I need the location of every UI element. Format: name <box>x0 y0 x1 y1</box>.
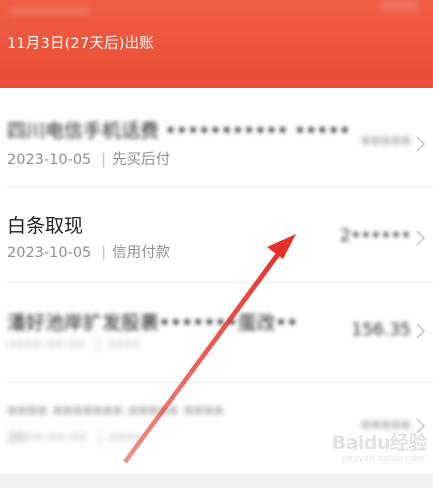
transaction-meta: 2023-10-05 | 先买后付 <box>7 148 170 169</box>
bill-header: 11月3日(27天后)出账 <box>0 0 433 88</box>
chevron-right-icon <box>416 230 426 246</box>
header-blurred-icon <box>379 0 419 12</box>
watermark-logo: Baidu经验 <box>331 432 428 454</box>
transaction-meta: 2023-10-05 | 信用付款 <box>7 241 170 262</box>
meta-separator: | <box>101 152 107 168</box>
meta-separator: | <box>97 430 103 446</box>
transaction-date: 2023-10-05 <box>7 152 92 168</box>
bill-screen: 11月3日(27天后)出账 四川电信手机话费 ••••••••••• •••••… <box>0 0 433 488</box>
divider <box>7 282 433 283</box>
divider <box>7 382 433 383</box>
chevron-right-icon <box>416 136 426 152</box>
bill-due-date: 11月3日(27天后)出账 <box>7 36 155 52</box>
transaction-date: 2023-10-05 <box>7 245 92 261</box>
transaction-meta: 20••-••-•• | •••• <box>7 430 142 446</box>
transaction-method: •••• <box>108 430 143 446</box>
list-bottom-gap <box>0 474 433 488</box>
meta-separator: | <box>101 245 107 261</box>
transaction-amount: 156.35 <box>351 320 411 340</box>
transaction-amount: ••••• <box>360 132 411 152</box>
divider <box>7 187 433 188</box>
transaction-title: 潘好池岸扩发股裹•••••••蛋改•• <box>7 312 298 334</box>
list-item[interactable]: 白条取现 2023-10-05 | 信用付款 2•••••• <box>0 207 433 307</box>
header-blurred-text <box>10 6 90 16</box>
transaction-title: 四川电信手机话费 ••••••••••• ••••• <box>7 120 351 142</box>
transaction-date: ••••-••-•• <box>7 337 86 353</box>
transaction-method: •••• <box>106 337 141 353</box>
list-item[interactable]: 潘好池岸扩发股裹•••••••蛋改•• ••••-••-•• | •••• 156.… <box>0 305 433 405</box>
transaction-method: 先买后付 <box>112 152 171 168</box>
meta-separator: | <box>95 337 101 353</box>
transaction-title: 白条取现 <box>7 215 84 237</box>
list-item[interactable]: 四川电信手机话费 ••••••••••• ••••• 2023-10-05 | 先买… <box>0 110 433 210</box>
transaction-title: •••• ••••••• ••••• •••• <box>7 402 224 422</box>
transaction-amount: 2•••••• <box>340 226 411 246</box>
chevron-right-icon <box>416 323 426 339</box>
watermark: Baidu经验 jingyan.baidu.com <box>331 428 428 472</box>
transaction-method: 信用付款 <box>112 245 171 261</box>
transaction-meta: ••••-••-•• | •••• <box>7 337 141 353</box>
watermark-url: jingyan.baidu.com <box>341 454 425 464</box>
transaction-date: 20••-••-•• <box>7 430 88 446</box>
